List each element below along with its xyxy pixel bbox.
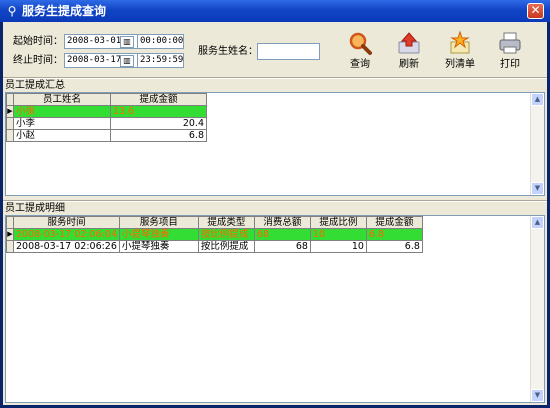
start-time-value: 00:00:00: [140, 36, 184, 46]
column-header[interactable]: 提成金额: [365, 216, 423, 229]
cell-amount: 6.8: [365, 240, 423, 253]
vertical-scrollbar[interactable]: ▲ ▼: [530, 216, 544, 402]
binoculars-icon: ⚲: [7, 4, 17, 18]
cell-name: 小张: [13, 105, 111, 118]
scroll-up-icon[interactable]: ▲: [531, 216, 544, 229]
cell-time: 2008-03-17 02:06:26: [13, 240, 120, 253]
table-row[interactable]: ▶ 小张 13.6: [6, 105, 207, 118]
detail-grid[interactable]: 服务时间 服务项目 提成类型 消费总额 提成比例 提成金额 ▶ 2008-03-…: [5, 215, 545, 403]
end-date-calendar-button[interactable]: ▥: [120, 55, 134, 67]
column-header[interactable]: 服务项目: [118, 216, 199, 229]
summary-grid[interactable]: 员工姓名 提成金额 ▶ 小张 13.6 小李 20.4 小赵 6.8 ▲ ▼: [5, 92, 545, 196]
waiter-name-input[interactable]: [257, 43, 320, 60]
cell-item: 小提琴独奏: [118, 228, 199, 241]
start-time-label: 起始时间：: [13, 36, 63, 47]
end-time-field[interactable]: 23:59:59: [137, 53, 184, 68]
current-row-arrow-icon: ▶: [6, 228, 14, 241]
cell-item: 小提琴独奏: [118, 240, 199, 253]
list-label: 列清单: [445, 59, 475, 70]
magnifier-icon: [349, 32, 372, 55]
cell-time: 2008-03-17 02:06:04: [13, 228, 120, 241]
column-header[interactable]: 员工姓名: [13, 93, 111, 106]
divider: [3, 77, 547, 79]
cell-total: 68: [253, 228, 311, 241]
row-indicator-header: [6, 93, 14, 106]
cell-name: 小李: [13, 117, 111, 130]
cell-amount: 13.6: [110, 105, 207, 118]
vertical-scrollbar[interactable]: ▲ ▼: [530, 93, 544, 195]
scroll-down-icon[interactable]: ▼: [531, 182, 544, 195]
window-title: 服务生提成查询: [22, 4, 107, 18]
upload-tray-icon: [398, 32, 420, 54]
column-header[interactable]: 提成金额: [110, 93, 207, 106]
cell-amount: 20.4: [110, 117, 207, 130]
end-time-value: 23:59:59: [140, 55, 184, 65]
list-button[interactable]: 列清单: [440, 30, 480, 74]
column-header[interactable]: 消费总额: [253, 216, 311, 229]
row-indicator: [6, 240, 14, 253]
table-row[interactable]: ▶ 2008-03-17 02:06:04 小提琴独奏 按比例提成 68 10 …: [6, 228, 423, 241]
refresh-label: 刷新: [399, 59, 419, 70]
cell-ratio: 10: [309, 240, 367, 253]
row-indicator: [6, 129, 14, 142]
scroll-up-icon[interactable]: ▲: [531, 93, 544, 106]
detail-header-row: 服务时间 服务项目 提成类型 消费总额 提成比例 提成金额: [6, 216, 423, 229]
cell-ratio: 10: [309, 228, 367, 241]
column-header[interactable]: 提成比例: [309, 216, 367, 229]
client-area: 起始时间： 2008-03-01 ▥ 00:00:00 终止时间： 2008-0…: [3, 22, 547, 405]
current-row-arrow-icon: ▶: [6, 105, 14, 118]
query-button[interactable]: 查询: [340, 30, 380, 74]
end-time-label: 终止时间：: [13, 55, 63, 66]
column-header[interactable]: 提成类型: [197, 216, 255, 229]
printer-icon: [499, 32, 521, 54]
scroll-down-icon[interactable]: ▼: [531, 389, 544, 402]
row-indicator-header: [6, 216, 14, 229]
app-window: ⚲ 服务生提成查询 ✕ 起始时间： 2008-03-01 ▥ 00:00:00 …: [0, 0, 550, 408]
cell-type: 按比例提成: [197, 228, 255, 241]
column-header[interactable]: 服务时间: [13, 216, 120, 229]
table-row[interactable]: 小赵 6.8: [6, 129, 207, 142]
summary-table: 员工姓名 提成金额 ▶ 小张 13.6 小李 20.4 小赵 6.8: [6, 93, 207, 142]
summary-header-row: 员工姓名 提成金额: [6, 93, 207, 106]
list-sparkle-icon: [450, 30, 470, 54]
table-row[interactable]: 2008-03-17 02:06:26 小提琴独奏 按比例提成 68 10 6.…: [6, 240, 423, 253]
cell-amount: 6.8: [365, 228, 423, 241]
divider: [3, 200, 547, 202]
refresh-button[interactable]: 刷新: [389, 30, 429, 74]
waiter-name-label: 服务生姓名：: [198, 46, 258, 57]
summary-section-title: 员工提成汇总: [5, 80, 65, 91]
table-row[interactable]: 小李 20.4: [6, 117, 207, 130]
cell-amount: 6.8: [110, 129, 207, 142]
cell-type: 按比例提成: [197, 240, 255, 253]
close-button[interactable]: ✕: [527, 3, 544, 19]
start-date-calendar-button[interactable]: ▥: [120, 36, 134, 48]
cell-name: 小赵: [13, 129, 111, 142]
start-time-field[interactable]: 00:00:00: [137, 34, 184, 49]
title-bar[interactable]: ⚲ 服务生提成查询 ✕: [0, 0, 550, 22]
end-date-value: 2008-03-17: [67, 55, 122, 65]
detail-section-title: 员工提成明细: [5, 203, 65, 214]
print-label: 打印: [500, 59, 520, 70]
row-indicator: [6, 117, 14, 130]
query-label: 查询: [350, 59, 370, 70]
cell-total: 68: [253, 240, 311, 253]
detail-table: 服务时间 服务项目 提成类型 消费总额 提成比例 提成金额 ▶ 2008-03-…: [6, 216, 423, 253]
start-date-value: 2008-03-01: [67, 36, 122, 46]
print-button[interactable]: 打印: [490, 30, 530, 74]
